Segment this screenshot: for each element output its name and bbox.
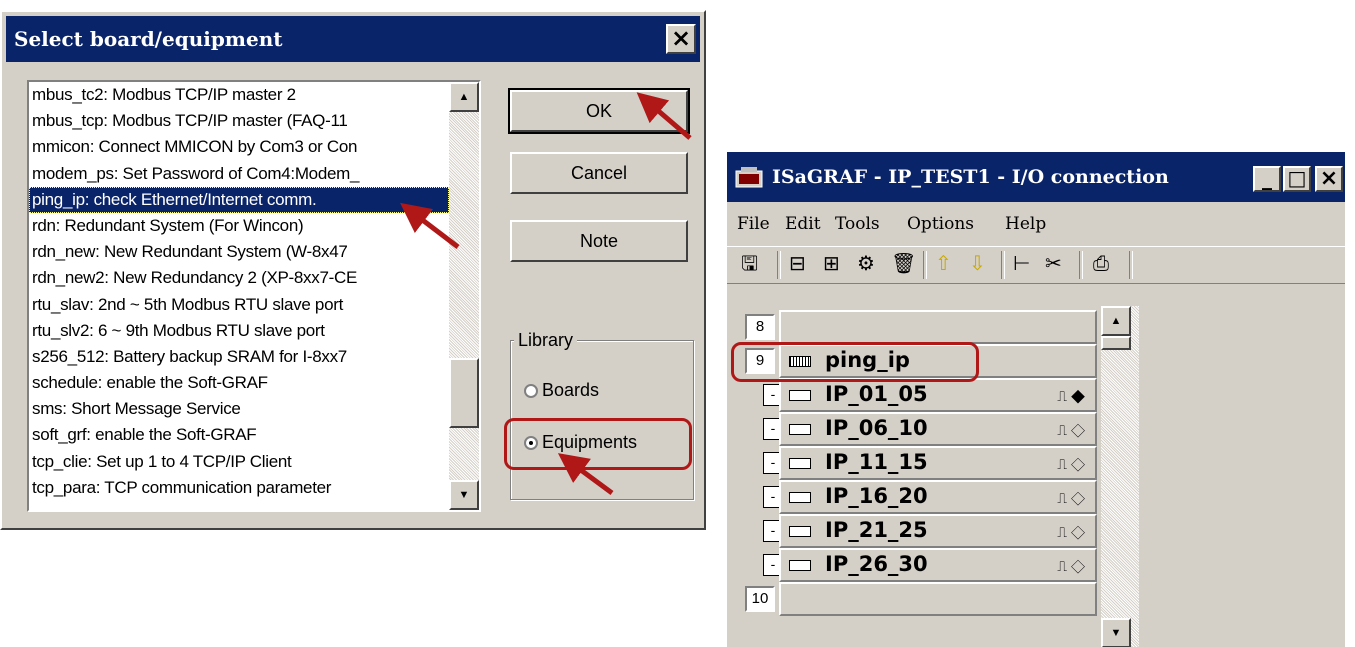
device-icon xyxy=(789,424,811,435)
slot-cell[interactable] xyxy=(779,582,1097,616)
scroll-down-icon[interactable]: ▼ xyxy=(1101,618,1131,647)
device-label: IP_01_05 xyxy=(825,382,928,406)
menu-file[interactable]: File xyxy=(737,214,770,234)
scroll-thumb[interactable] xyxy=(1101,336,1131,350)
toolbar-separator xyxy=(1079,251,1083,279)
device-label: IP_16_20 xyxy=(825,484,928,508)
slot-cell[interactable]: IP_06_10 ⎍ ◇ xyxy=(779,412,1097,446)
device-label: IP_06_10 xyxy=(825,416,928,440)
toolbar-separator xyxy=(1129,251,1133,279)
menu-edit[interactable]: Edit xyxy=(785,214,821,234)
cut-icon[interactable]: ✂ xyxy=(1045,253,1062,275)
device-icon xyxy=(789,458,811,469)
toolbar-separator xyxy=(1001,251,1005,279)
device-label: IP_26_30 xyxy=(825,552,928,576)
slot-cell[interactable] xyxy=(779,310,1097,344)
io-status-mark: ⎍ ◆ xyxy=(1057,388,1085,404)
io-scrollbar[interactable]: ▲ ▼ xyxy=(1101,306,1139,647)
menu-options[interactable]: Options xyxy=(907,214,974,234)
arrow-to-ping-icon xyxy=(400,202,460,249)
device-label: IP_21_25 xyxy=(825,518,928,542)
arrow-to-equipments-icon xyxy=(557,453,614,496)
device-icon xyxy=(789,526,811,537)
slot-number: 10 xyxy=(745,586,775,612)
board-icon[interactable]: ⊟ xyxy=(789,253,806,275)
params-icon[interactable]: ⚙ xyxy=(857,253,875,275)
slot-cell[interactable]: IP_01_05 ⎍ ◆ xyxy=(779,378,1097,412)
io-status-mark: ⎍ ◇ xyxy=(1057,490,1085,506)
delete-icon[interactable]: 🗑 xyxy=(891,253,916,275)
toolbar: 🖫 ⊟ ⊞ ⚙ 🗑 ⇧ ⇩ ⊢ ✂ ⎙ xyxy=(727,246,1345,284)
equipment-icon[interactable]: ⊞ xyxy=(823,253,840,275)
device-label: IP_11_15 xyxy=(825,450,928,474)
io-window-title: ISaGRAF - IP_TEST1 - I/O connection xyxy=(772,166,1169,188)
slot-cell[interactable]: IP_11_15 ⎍ ◇ xyxy=(779,446,1097,480)
scroll-up-icon[interactable]: ▲ xyxy=(1101,306,1131,336)
ping-ip-highlight xyxy=(731,342,979,382)
io-status-mark: ⎍ ◇ xyxy=(1057,422,1085,438)
device-icon xyxy=(789,560,811,571)
app-icon xyxy=(735,167,763,188)
menu-help[interactable]: Help xyxy=(1005,214,1046,234)
toolbar-separator xyxy=(923,251,927,279)
io-status-mark: ⎍ ◇ xyxy=(1057,558,1085,574)
move-up-icon[interactable]: ⇧ xyxy=(935,253,952,275)
slot-number: 8 xyxy=(745,314,775,340)
menu-bar: File Edit Tools Options Help xyxy=(727,204,1345,246)
print-icon[interactable]: ⎙ xyxy=(1093,253,1109,275)
io-status-mark: ⎍ ◇ xyxy=(1057,524,1085,540)
io-titlebar: ISaGRAF - IP_TEST1 - I/O connection _ □ … xyxy=(727,152,1345,202)
arrow-to-ok-icon xyxy=(636,92,692,140)
tree-icon[interactable]: ⊢ xyxy=(1013,253,1030,275)
slot-cell[interactable]: IP_21_25 ⎍ ◇ xyxy=(779,514,1097,548)
menu-tools[interactable]: Tools xyxy=(835,214,880,234)
device-icon xyxy=(789,492,811,503)
slot-cell[interactable]: IP_16_20 ⎍ ◇ xyxy=(779,480,1097,514)
io-status-mark: ⎍ ◇ xyxy=(1057,456,1085,472)
maximize-button[interactable]: □ xyxy=(1283,166,1311,192)
close-button[interactable]: × xyxy=(1315,166,1343,192)
open-icon[interactable]: 🖫 xyxy=(741,253,758,275)
device-icon xyxy=(789,390,811,401)
minimize-button[interactable]: _ xyxy=(1253,166,1281,192)
slot-cell[interactable]: IP_26_30 ⎍ ◇ xyxy=(779,548,1097,582)
move-down-icon[interactable]: ⇩ xyxy=(969,253,986,275)
toolbar-separator xyxy=(777,251,781,279)
io-connection-window: ISaGRAF - IP_TEST1 - I/O connection _ □ … xyxy=(727,152,1345,647)
